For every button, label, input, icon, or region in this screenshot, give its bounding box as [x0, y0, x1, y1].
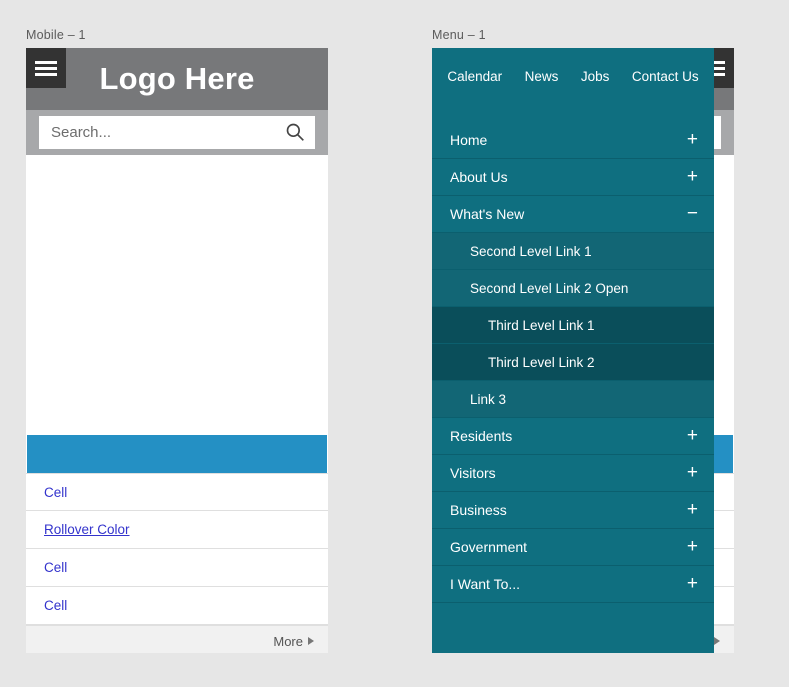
menu-item-second-level-link-1[interactable]: Second Level Link 1: [432, 233, 714, 270]
menu-item-label: Home: [450, 132, 488, 148]
caption-mobile: Mobile – 1: [26, 28, 86, 42]
menu-item-label: Link 3: [470, 392, 507, 407]
cell-list: Cell Rollover Color Cell Cell: [26, 473, 328, 625]
menu-item-about-us[interactable]: About Us +: [432, 159, 714, 196]
menu-item-label: Third Level Link 2: [488, 355, 595, 370]
list-item-label: Cell: [44, 485, 68, 500]
utility-link-news[interactable]: News: [525, 69, 559, 84]
expand-plus-icon[interactable]: +: [687, 159, 698, 196]
menu-item-label: Business: [450, 502, 507, 518]
menu-item-visitors[interactable]: Visitors +: [432, 455, 714, 492]
list-item[interactable]: Rollover Color: [26, 511, 328, 549]
list-item[interactable]: Cell: [26, 587, 328, 625]
search-box[interactable]: [39, 116, 315, 149]
menu-item-whats-new[interactable]: What's New −: [432, 196, 714, 233]
menu-footer-strip: [432, 603, 714, 631]
expand-plus-icon[interactable]: +: [687, 418, 698, 455]
collapse-minus-icon[interactable]: −: [687, 196, 698, 233]
accent-bar: [27, 435, 327, 473]
menu-item-link-3[interactable]: Link 3: [432, 381, 714, 418]
more-button[interactable]: More: [26, 625, 328, 653]
chevron-right-icon: [308, 637, 314, 645]
utility-link-calendar[interactable]: Calendar: [447, 69, 502, 84]
expand-plus-icon[interactable]: +: [687, 455, 698, 492]
menu-item-i-want-to[interactable]: I Want To... +: [432, 566, 714, 603]
search-band: [26, 110, 328, 155]
utility-link-contact-us[interactable]: Contact Us: [632, 69, 699, 84]
list-item[interactable]: Cell: [26, 549, 328, 587]
menu-item-label: Residents: [450, 428, 513, 444]
menu-item-label: Second Level Link 1: [470, 244, 592, 259]
utility-link-jobs[interactable]: Jobs: [581, 69, 610, 84]
caption-menu: Menu – 1: [432, 28, 486, 42]
menu-utility-links: Calendar News Jobs Contact Us: [432, 68, 714, 86]
menu-item-label: Second Level Link 2 Open: [470, 281, 629, 296]
list-item-label: Cell: [44, 598, 68, 613]
expand-plus-icon[interactable]: +: [687, 529, 698, 566]
menu-item-business[interactable]: Business +: [432, 492, 714, 529]
search-icon[interactable]: [285, 122, 305, 142]
menu-item-third-level-link-2[interactable]: Third Level Link 2: [432, 344, 714, 381]
search-input[interactable]: [49, 116, 275, 149]
content-area: [26, 155, 328, 435]
list-item[interactable]: Cell: [26, 473, 328, 511]
menu-item-label: What's New: [450, 206, 525, 222]
chevron-right-icon: [714, 637, 720, 645]
menu-item-second-level-link-2-open[interactable]: Second Level Link 2 Open: [432, 270, 714, 307]
list-item-label: Rollover Color: [44, 522, 130, 537]
logo-text: Logo Here: [99, 61, 255, 96]
menu-item-residents[interactable]: Residents +: [432, 418, 714, 455]
expand-plus-icon[interactable]: +: [687, 566, 698, 603]
menu-item-label: Government: [450, 539, 528, 555]
menu-item-label: I Want To...: [450, 576, 521, 592]
menu-item-label: Visitors: [450, 465, 496, 481]
list-item-label: Cell: [44, 560, 68, 575]
menu-item-third-level-link-1[interactable]: Third Level Link 1: [432, 307, 714, 344]
slideout-menu-panel: Calendar News Jobs Contact Us Home + Abo…: [432, 48, 714, 653]
mockup-header: Logo Here: [26, 48, 328, 110]
mobile-mockup-left: Logo Here Cell Rollover Color Cell Cell …: [26, 48, 328, 653]
menu-utility-bar: Calendar News Jobs Contact Us: [432, 48, 714, 122]
menu-item-label: Third Level Link 1: [488, 318, 595, 333]
menu-item-government[interactable]: Government +: [432, 529, 714, 566]
expand-plus-icon[interactable]: +: [687, 492, 698, 529]
expand-plus-icon[interactable]: +: [687, 122, 698, 159]
menu-item-label: About Us: [450, 169, 508, 185]
menu-item-home[interactable]: Home +: [432, 122, 714, 159]
more-label: More: [273, 634, 303, 649]
